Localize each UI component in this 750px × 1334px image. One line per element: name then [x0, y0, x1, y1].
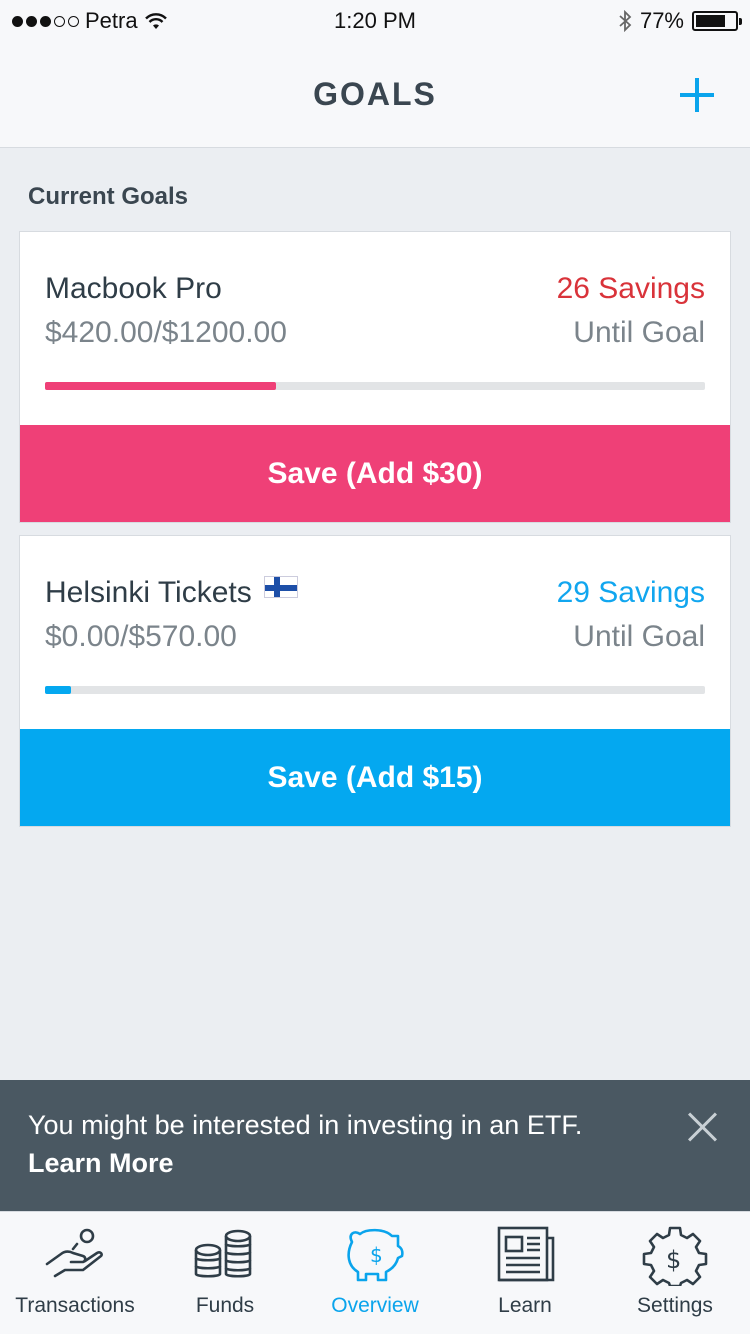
- goal-card: Macbook Pro $420.00/$1200.00 26 Savings …: [19, 231, 731, 523]
- goal-name: Macbook Pro: [45, 272, 222, 305]
- finland-flag-icon: [263, 576, 298, 598]
- tab-label: Settings: [637, 1294, 713, 1317]
- gear-dollar-icon: $: [642, 1226, 708, 1286]
- goal-name-row: Helsinki Tickets: [45, 576, 298, 610]
- goal-card-body: Helsinki Tickets $0.00/$570.00 29 Saving…: [20, 536, 730, 729]
- svg-text:$: $: [666, 1246, 681, 1274]
- battery-percent: 77%: [639, 8, 684, 33]
- goal-card-body: Macbook Pro $420.00/$1200.00 26 Savings …: [20, 232, 730, 425]
- nav-header: GOALS: [0, 40, 750, 148]
- tab-settings[interactable]: $ Settings: [600, 1212, 750, 1334]
- goal-until-label: Until Goal: [573, 316, 705, 349]
- coin-stack-icon: [194, 1229, 252, 1278]
- tab-overview[interactable]: $ Overview: [300, 1212, 450, 1334]
- battery-icon: [692, 11, 742, 31]
- page-title: GOALS: [313, 76, 437, 112]
- tab-transactions[interactable]: Transactions: [0, 1212, 150, 1334]
- section-label: Current Goals: [28, 183, 189, 210]
- status-bar: Petra 1:20 PM 77%: [0, 0, 750, 40]
- goal-amount: $420.00/$1200.00: [45, 316, 287, 349]
- goal-until-label: Until Goal: [573, 620, 705, 653]
- banner-text: You might be interested in investing in …: [28, 1110, 583, 1140]
- tab-funds[interactable]: Funds: [150, 1212, 300, 1334]
- tab-label: Transactions: [15, 1294, 135, 1317]
- close-icon[interactable]: [688, 1112, 718, 1142]
- bluetooth-icon: [619, 10, 632, 32]
- goal-savings-count: 26 Savings: [556, 272, 705, 305]
- etf-suggestion-banner: You might be interested in investing in …: [0, 1080, 750, 1211]
- svg-text:$: $: [370, 1243, 383, 1267]
- goal-card: Helsinki Tickets $0.00/$570.00 29 Saving…: [19, 535, 731, 827]
- learn-more-link[interactable]: Learn More: [28, 1148, 174, 1179]
- goal-amount: $0.00/$570.00: [45, 620, 237, 653]
- add-goal-button[interactable]: [680, 78, 714, 112]
- goal-progress-bar: [45, 686, 705, 694]
- goal-progress-fill: [45, 686, 72, 694]
- hand-coin-icon: [45, 1228, 103, 1278]
- goal-progress-fill: [45, 382, 276, 390]
- goal-savings-count: 29 Savings: [556, 576, 705, 609]
- tab-bar: Transactions Funds $ Overview Learn $ Se…: [0, 1211, 750, 1334]
- save-button[interactable]: Save (Add $30): [20, 425, 730, 522]
- newspaper-icon: [497, 1226, 555, 1282]
- tab-learn[interactable]: Learn: [450, 1212, 600, 1334]
- tab-label: Funds: [195, 1294, 255, 1317]
- tab-label: Overview: [331, 1294, 419, 1317]
- piggy-bank-icon: $: [347, 1228, 404, 1282]
- save-button[interactable]: Save (Add $15): [20, 729, 730, 826]
- status-right: 77%: [618, 8, 742, 34]
- tab-label: Learn: [498, 1294, 552, 1317]
- goal-progress-bar: [45, 382, 705, 390]
- goal-name: Helsinki Tickets: [45, 576, 252, 609]
